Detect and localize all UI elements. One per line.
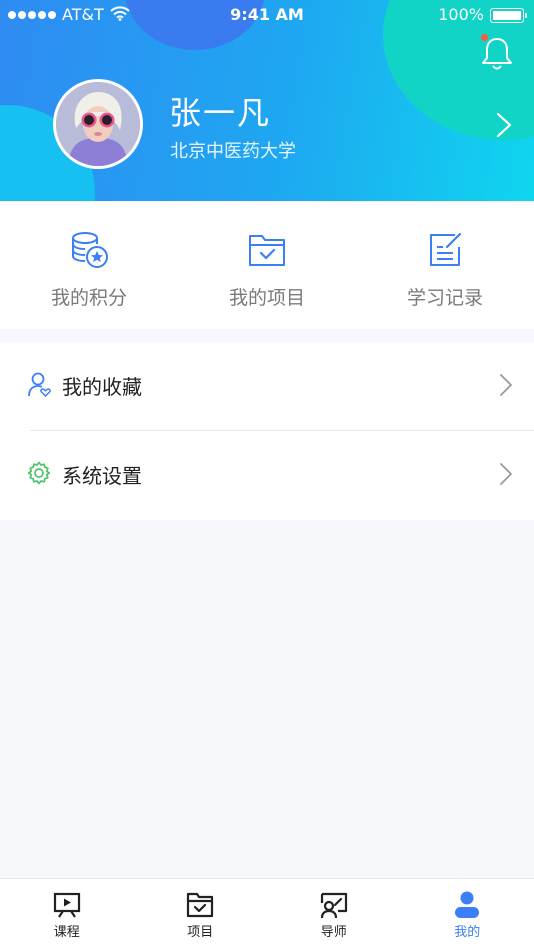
notification-dot (481, 34, 488, 41)
quick-link-label: 我的积分 (50, 287, 127, 309)
battery-percent: 100% (438, 5, 484, 24)
chevron-right-icon (500, 374, 512, 396)
avatar[interactable] (53, 79, 143, 169)
menu-item-favorites[interactable]: 我的收藏 (0, 342, 534, 431)
tab-label: 课程 (53, 925, 80, 940)
status-bar: AT&T 9:41 AM 100% (0, 0, 534, 30)
tab-courses[interactable]: 课程 (0, 879, 134, 950)
tab-bar: 课程 项目 导师 我的 (0, 878, 534, 950)
video-board-icon (53, 892, 80, 918)
tab-label: 导师 (320, 925, 347, 940)
chevron-right-icon[interactable] (495, 112, 513, 138)
tab-mentors[interactable]: 导师 (267, 879, 401, 950)
user-heart-icon (28, 372, 51, 398)
quick-link-label: 学习记录 (406, 287, 483, 309)
quick-link-points[interactable]: 我的积分 (0, 201, 178, 329)
user-name: 张一凡 (169, 94, 272, 132)
quick-link-label: 我的项目 (228, 287, 305, 309)
tab-mine[interactable]: 我的 (401, 879, 534, 950)
user-school: 北京中医药大学 (170, 141, 296, 162)
quick-link-study-records[interactable]: 学习记录 (356, 201, 534, 329)
profile-header: AT&T 9:41 AM 100% 张一凡 北京中医药大学 (0, 0, 534, 201)
tab-label: 项目 (187, 925, 214, 940)
chevron-right-icon (500, 463, 512, 485)
tab-label: 我的 (454, 925, 481, 940)
folder-check-icon (249, 235, 285, 266)
menu-item-label: 我的收藏 (62, 375, 142, 399)
gear-icon (27, 461, 51, 485)
coins-star-icon (72, 232, 108, 268)
note-edit-icon (430, 232, 462, 266)
quick-links: 我的积分 我的项目 学习记录 (0, 201, 534, 329)
folder-check-icon (187, 892, 214, 918)
mentor-icon (320, 892, 347, 919)
battery-icon (490, 8, 527, 23)
menu-item-settings[interactable]: 系统设置 (0, 431, 534, 520)
settings-menu: 我的收藏 系统设置 (0, 342, 534, 520)
quick-link-projects[interactable]: 我的项目 (178, 201, 356, 329)
avatar-image (56, 82, 140, 166)
person-icon (455, 891, 480, 918)
tab-projects[interactable]: 项目 (134, 879, 268, 950)
menu-item-label: 系统设置 (62, 464, 142, 488)
